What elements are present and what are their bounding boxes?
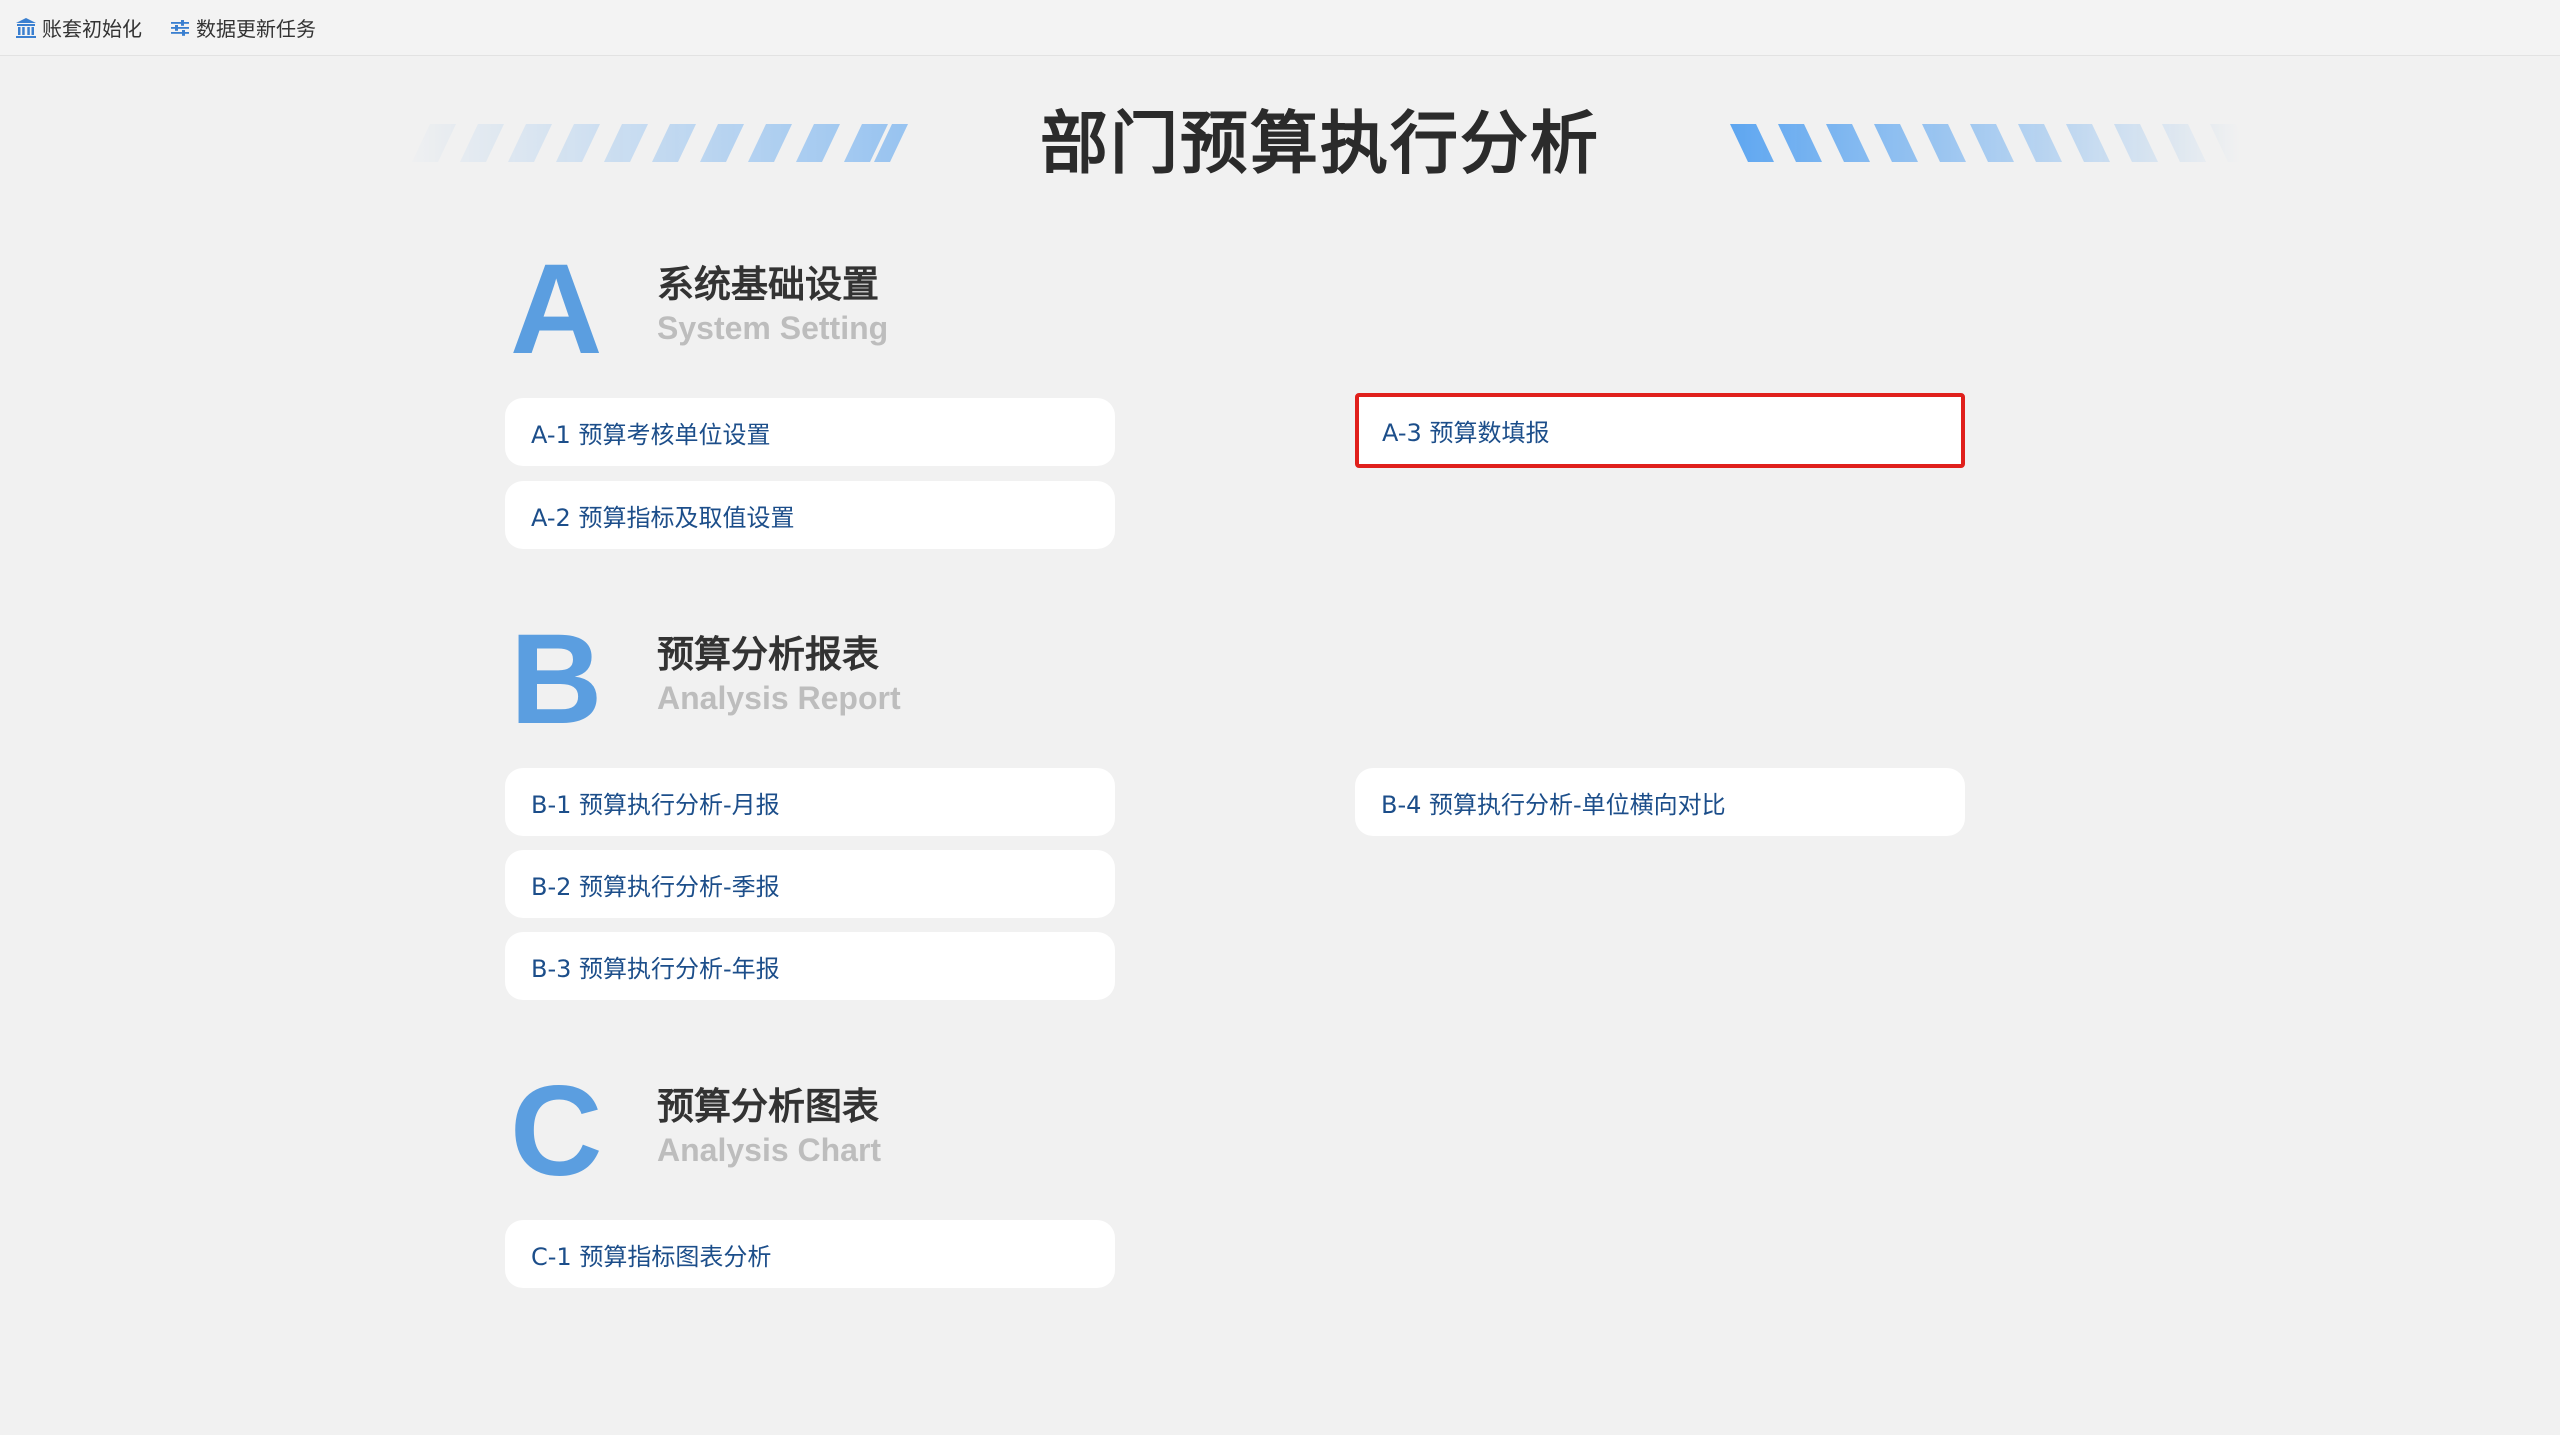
section-b-header: B 预算分析报表 Analysis Report: [510, 608, 1010, 751]
section-b-letter: B: [510, 608, 603, 751]
section-c-subtitle: Analysis Chart: [657, 1132, 882, 1168]
menu-item-b4[interactable]: B-4 预算执行分析-单位横向对比: [1355, 768, 1965, 836]
section-a-title: 系统基础设置: [657, 263, 879, 306]
sliders-icon: [168, 16, 192, 40]
menu-item-label: B-3 预算执行分析-年报: [531, 954, 780, 983]
menu-item-b1[interactable]: B-1 预算执行分析-月报: [505, 768, 1115, 836]
account-init-button[interactable]: 账套初始化: [14, 13, 142, 42]
section-c-title: 预算分析图表: [657, 1085, 879, 1128]
section-c-header: C 预算分析图表 Analysis Chart: [510, 1060, 1010, 1203]
bank-icon: [14, 16, 38, 40]
menu-item-label: C-1 预算指标图表分析: [531, 1242, 772, 1271]
menu-item-a3[interactable]: A-3 预算数填报: [1355, 393, 1965, 468]
section-a-header: A 系统基础设置 System Setting: [510, 238, 1010, 381]
section-a-letter: A: [510, 238, 603, 381]
section-b-title: 预算分析报表: [657, 633, 879, 676]
data-update-task-button[interactable]: 数据更新任务: [168, 13, 316, 42]
menu-item-b2[interactable]: B-2 预算执行分析-季报: [505, 850, 1115, 918]
page-title: 部门预算执行分析: [1039, 105, 1600, 184]
menu-item-b3[interactable]: B-3 预算执行分析-年报: [505, 932, 1115, 1000]
menu-item-a1[interactable]: A-1 预算考核单位设置: [505, 398, 1115, 466]
top-toolbar: 账套初始化 数据更新任务: [0, 0, 2560, 56]
section-c-letter: C: [510, 1060, 603, 1203]
account-init-label: 账套初始化: [42, 17, 142, 41]
menu-item-label: A-2 预算指标及取值设置: [531, 503, 795, 532]
menu-item-a2[interactable]: A-2 预算指标及取值设置: [505, 481, 1115, 549]
data-update-task-label: 数据更新任务: [196, 17, 316, 41]
menu-item-label: B-1 预算执行分析-月报: [531, 790, 780, 819]
menu-item-label: B-4 预算执行分析-单位横向对比: [1381, 790, 1726, 819]
title-area: 部门预算执行分析: [0, 100, 2560, 190]
menu-item-label: A-1 预算考核单位设置: [531, 420, 771, 449]
menu-item-label: A-3 预算数填报: [1382, 419, 1550, 447]
section-a-subtitle: System Setting: [657, 310, 889, 346]
section-b-subtitle: Analysis Report: [657, 680, 901, 716]
menu-item-c1[interactable]: C-1 预算指标图表分析: [505, 1220, 1115, 1288]
menu-item-label: B-2 预算执行分析-季报: [531, 872, 780, 901]
